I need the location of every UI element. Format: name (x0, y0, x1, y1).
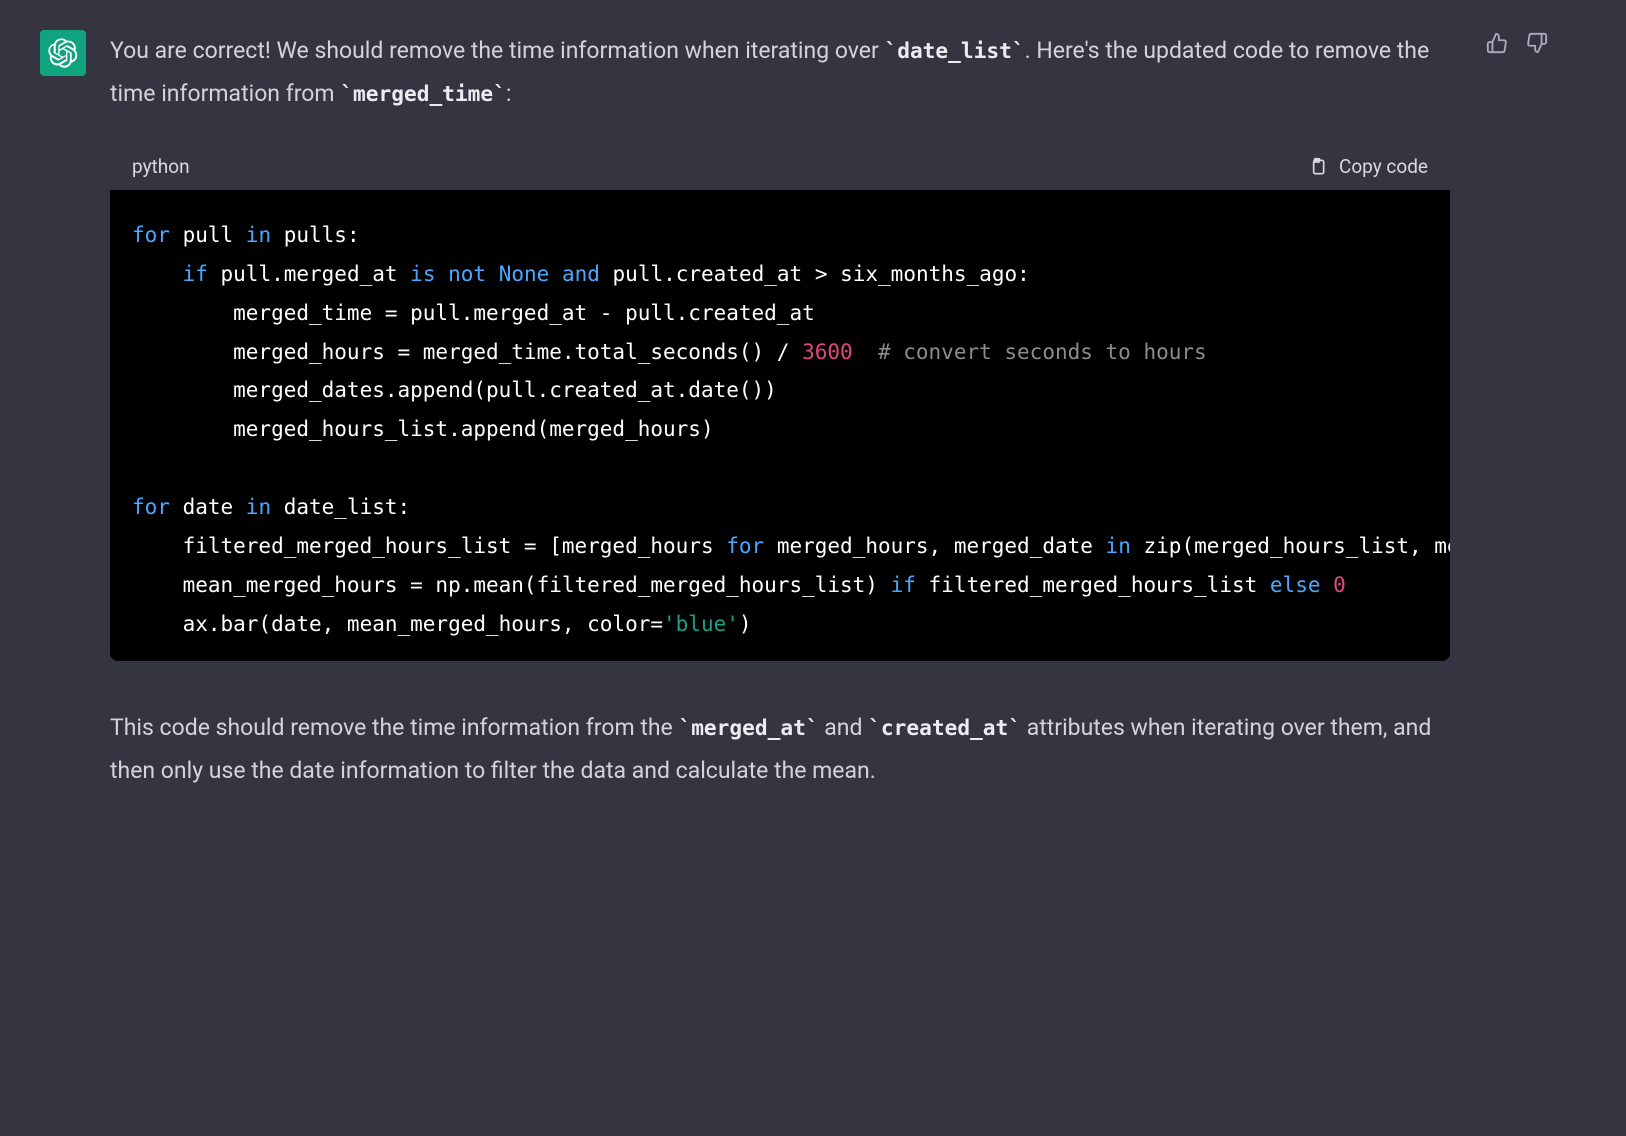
assistant-avatar (40, 30, 86, 76)
copy-code-label: Copy code (1339, 155, 1428, 178)
assistant-message: You are correct! We should remove the ti… (40, 30, 1586, 792)
code-block-header: python Copy code (110, 143, 1450, 190)
copy-code-button[interactable]: Copy code (1307, 155, 1428, 178)
message-actions (1484, 30, 1550, 59)
message-content: You are correct! We should remove the ti… (110, 30, 1450, 792)
message-intro: You are correct! We should remove the ti… (110, 30, 1450, 115)
code-language-label: python (132, 155, 190, 178)
thumbs-down-button[interactable] (1524, 30, 1550, 59)
clipboard-icon (1307, 157, 1327, 177)
thumbs-up-icon (1486, 32, 1508, 54)
inline-code: `merged_at` (678, 715, 818, 740)
text: and (819, 714, 869, 741)
thumbs-up-button[interactable] (1484, 30, 1510, 59)
text: You are correct! We should remove the ti… (110, 37, 884, 64)
code-block: python Copy code for pull in pulls: if p… (110, 143, 1450, 661)
message-outro: This code should remove the time informa… (110, 707, 1450, 792)
openai-logo-icon (48, 38, 78, 68)
inline-code: `date_list` (884, 38, 1024, 63)
thumbs-down-icon (1526, 32, 1548, 54)
code-scroll[interactable]: for pull in pulls: if pull.merged_at is … (110, 190, 1450, 661)
text: : (506, 80, 512, 107)
text: This code should remove the time informa… (110, 714, 678, 741)
inline-code: `merged_time` (340, 81, 506, 106)
inline-code: `created_at` (868, 715, 1021, 740)
code-content: for pull in pulls: if pull.merged_at is … (110, 190, 1450, 661)
